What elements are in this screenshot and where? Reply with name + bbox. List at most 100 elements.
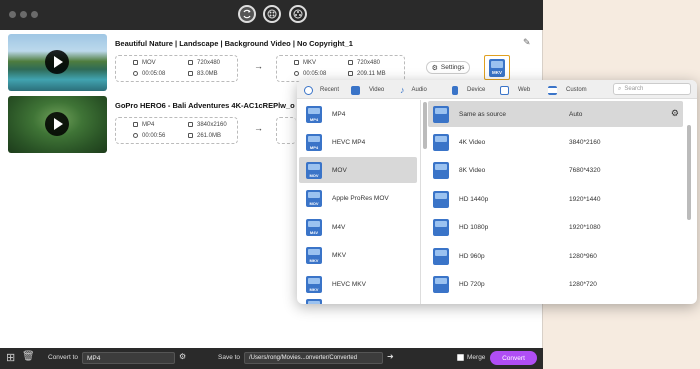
settings-button[interactable]: ⚙ Settings <box>426 61 470 74</box>
format-item-partial[interactable] <box>299 299 417 304</box>
preset-name: HD 960p <box>459 252 485 260</box>
tab-recent[interactable]: Recent <box>304 84 339 96</box>
search-icon: ⌕ <box>618 86 622 92</box>
format-list-scrollbar[interactable] <box>423 102 427 149</box>
preset-icon <box>433 105 449 123</box>
arrow-right-icon: → <box>254 61 263 71</box>
convert-to-label: Convert to <box>48 354 78 361</box>
gear-icon[interactable]: ⚙ <box>671 108 679 119</box>
output-format-button[interactable]: MKV <box>484 55 510 80</box>
gear-icon[interactable]: ⚙ <box>179 352 186 361</box>
bottom-bar: ⊞ 🗑 Convert to MP4 ⚙ Save to /Users/rong… <box>0 348 543 369</box>
save-to-label: Save to <box>218 354 241 361</box>
video-2-output-info[interactable] <box>276 117 296 144</box>
format-item[interactable]: MP4 HEVC MP4 <box>299 129 417 155</box>
preset-name: HD 1440p <box>459 195 489 203</box>
edit-icon[interactable]: ✎ <box>523 37 531 48</box>
output-format: MKV <box>303 60 317 66</box>
clock-icon <box>294 71 299 76</box>
filesize-icon <box>348 71 353 76</box>
video-1-thumbnail[interactable] <box>8 34 107 91</box>
search-placeholder: Search <box>624 86 644 92</box>
preset-item[interactable]: HD 1080p 1920*1080 <box>428 214 683 240</box>
preset-list-scrollbar[interactable] <box>687 125 691 220</box>
preset-name: HD 720p <box>459 280 485 288</box>
preset-item[interactable]: HD 1440p 1920*1440 <box>428 186 683 212</box>
hevc-mp4-format-icon: MP4 <box>306 133 322 151</box>
tab-web[interactable]: Web <box>500 84 530 96</box>
open-folder-icon[interactable]: ➜ <box>387 352 394 361</box>
trash-icon[interactable]: 🗑 <box>22 351 35 362</box>
custom-icon <box>548 85 557 95</box>
video-2-thumbnail[interactable] <box>8 96 107 153</box>
tab-audio[interactable]: ♪ Audio <box>400 84 427 96</box>
play-icon[interactable] <box>45 50 69 74</box>
source-duration: 00:05:08 <box>142 71 166 77</box>
minimize-window-button[interactable] <box>20 11 27 18</box>
tab-device-label: Device <box>467 87 486 93</box>
dvd-ripper-tab-icon[interactable] <box>263 5 281 23</box>
clock-icon <box>133 71 138 76</box>
close-window-button[interactable] <box>9 11 16 18</box>
format-label: MP4 <box>332 110 346 118</box>
play-icon[interactable] <box>45 112 69 136</box>
output-duration: 00:05:08 <box>303 71 327 77</box>
tab-web-label: Web <box>518 87 531 93</box>
preset-name: Same as source <box>459 110 506 118</box>
video-2-title: GoPro HERO6 - Bali Adventures 4K-AC1cREP… <box>115 101 295 110</box>
video-1-output-info[interactable]: MKV 720x480 00:05:08 209.11 MB <box>276 55 405 82</box>
format-search-input[interactable]: ⌕ Search <box>613 83 691 95</box>
convert-to-select[interactable]: MP4 <box>82 352 175 364</box>
source-size: 261.0MB <box>197 133 222 139</box>
tab-custom[interactable]: Custom <box>548 84 587 96</box>
film-icon <box>294 60 299 65</box>
preset-name: 4K Video <box>459 138 486 146</box>
merge-label: Merge <box>467 354 486 361</box>
preset-item[interactable]: 8K Video 7680*4320 <box>428 157 683 183</box>
preset-icon <box>433 247 449 265</box>
merge-checkbox[interactable] <box>457 354 464 361</box>
gear-icon: ⚙ <box>431 64 438 72</box>
preset-icon <box>433 133 449 151</box>
format-item-selected[interactable]: MOV MOV <box>299 157 417 183</box>
preset-item[interactable]: HD 960p 1280*960 <box>428 243 683 269</box>
add-files-icon[interactable]: ⊞ <box>6 351 15 364</box>
filesize-icon <box>188 71 193 76</box>
film-icon <box>133 122 138 127</box>
video-2-source-info: MP4 3840x2160 00:00:56 261.0MB <box>115 117 238 144</box>
film-icon <box>133 60 138 65</box>
format-label: MOV <box>332 166 347 174</box>
format-tabs: Recent Video ♪ Audio Device Web Custom ⌕ S… <box>297 80 697 99</box>
filesize-icon <box>188 133 193 138</box>
format-item[interactable]: MP4 MP4 <box>299 101 417 127</box>
format-item[interactable]: MKV MKV <box>299 242 417 268</box>
mp4-format-icon: MP4 <box>306 105 322 123</box>
convert-button[interactable]: Convert <box>490 351 537 365</box>
format-item[interactable]: MKV HEVC MKV <box>299 271 417 297</box>
zoom-window-button[interactable] <box>31 11 38 18</box>
output-resolution: 720x480 <box>357 60 381 66</box>
m4v-format-icon: M4V <box>306 218 322 236</box>
settings-button-label: Settings <box>440 64 465 71</box>
preset-item-selected[interactable]: Same as source Auto ⚙ <box>428 101 683 127</box>
converter-tab-icon[interactable] <box>238 5 256 23</box>
tab-video[interactable]: Video <box>351 84 384 96</box>
format-item[interactable]: M4V M4V <box>299 214 417 240</box>
source-duration: 00:00:56 <box>142 133 166 139</box>
format-item[interactable]: MOV Apple ProRes MOV <box>299 185 417 211</box>
device-icon <box>452 85 458 95</box>
preset-resolution: 3840*2160 <box>569 138 601 146</box>
save-to-path[interactable]: /Users/rong/Movies...onverter/Converted <box>244 352 383 364</box>
mkv-format-icon: MKV <box>489 58 505 77</box>
source-size: 83.0MB <box>197 71 218 77</box>
tab-device[interactable]: Device <box>452 84 485 96</box>
tab-recent-label: Recent <box>320 87 340 93</box>
format-icon <box>306 299 322 304</box>
format-label: M4V <box>332 223 346 231</box>
preset-item[interactable]: HD 720p 1280*720 <box>428 271 683 297</box>
web-icon <box>500 85 509 95</box>
toolbox-tab-icon[interactable] <box>289 5 307 23</box>
source-resolution: 720x480 <box>197 60 221 66</box>
clock-icon <box>133 133 138 138</box>
preset-item[interactable]: 4K Video 3840*2160 <box>428 129 683 155</box>
